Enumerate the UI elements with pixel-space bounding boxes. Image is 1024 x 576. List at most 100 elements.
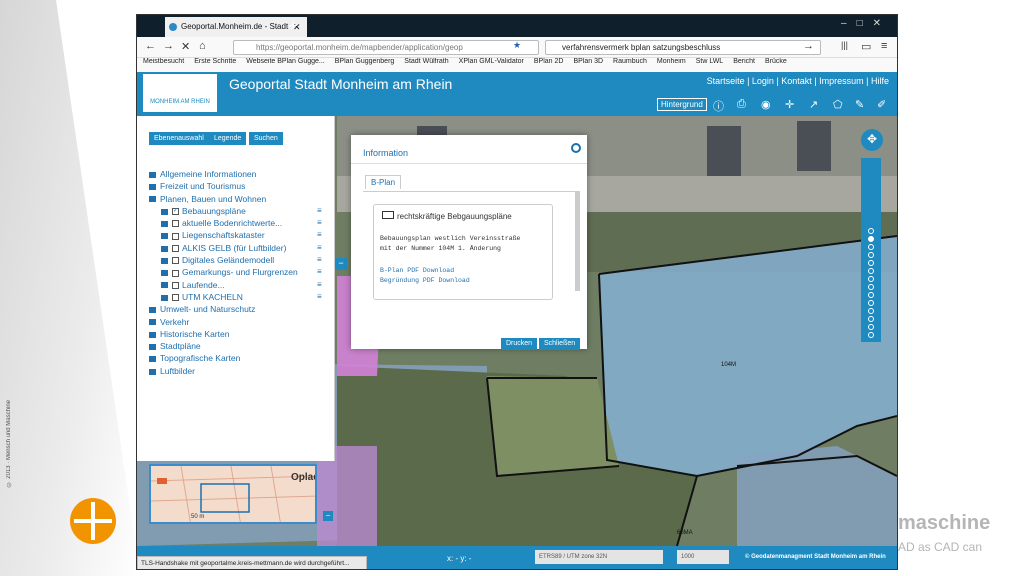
menu-icon[interactable]: ≡ <box>881 40 887 52</box>
layer-checkbox[interactable] <box>172 281 179 289</box>
overview-map[interactable]: Oplad 50 m <box>149 464 317 524</box>
bplan-pdf-link[interactable]: B-Plan PDF Download <box>380 267 454 274</box>
layer-tree-item[interactable]: ≡ aktuelle Bodenrichtwerte... <box>149 217 322 229</box>
go-icon[interactable]: → <box>803 40 814 52</box>
layer-menu-icon[interactable]: ≡ <box>317 217 322 229</box>
layer-tree-item[interactable]: ≡ ALKIS GELB (für Luftbilder) <box>149 242 322 254</box>
layer-tree-item[interactable]: ≡ Digitales Geländemodell <box>149 254 322 266</box>
justification-pdf-link[interactable]: Begründung PDF Download <box>380 277 470 284</box>
measure-line-icon[interactable]: ↗ <box>809 98 818 111</box>
layer-tree-item[interactable]: ≡ UTM KACHELN <box>149 291 322 303</box>
bookmark-item[interactable]: XPlan GML-Validator <box>459 58 524 65</box>
zoom-level-dot[interactable] <box>868 244 874 250</box>
srs-select[interactable]: ETRS89 / UTM zone 32N <box>535 550 663 564</box>
layer-checkbox[interactable] <box>172 257 179 265</box>
layer-checkbox[interactable] <box>172 294 179 302</box>
layer-tree-item[interactable]: ≡ Laufende... <box>149 279 322 291</box>
pan-control[interactable]: ✥ <box>861 129 883 151</box>
close-icon[interactable] <box>571 143 581 153</box>
window-controls[interactable]: –□✕ <box>841 18 891 29</box>
sidebar-icon[interactable]: ▭ <box>861 40 871 53</box>
layer-checkbox[interactable] <box>172 220 179 228</box>
layer-menu-icon[interactable]: ≡ <box>317 229 322 241</box>
measure-area-icon[interactable]: ⬠ <box>833 98 843 111</box>
bookmark-star-icon[interactable]: ★ <box>513 40 521 51</box>
layer-checkbox[interactable] <box>172 232 179 240</box>
layer-tree-item[interactable]: Allgemeine Informationen <box>149 168 298 180</box>
search-input[interactable]: verfahrensvermerk bplan satzungsbeschlus… <box>545 40 821 55</box>
top-navigation[interactable]: Startseite | Login | Kontakt | Impressum… <box>707 76 889 86</box>
new-tab-button[interactable]: + <box>289 17 297 33</box>
layer-tree-item[interactable]: ≡ Liegenschaftskataster <box>149 229 322 241</box>
address-bar[interactable]: https://geoportal.monheim.de/mapbender/a… <box>233 40 539 55</box>
bookmark-item[interactable]: Meistbesucht <box>143 58 184 65</box>
zoom-level-dot[interactable] <box>868 228 874 234</box>
search-button[interactable]: Suchen <box>249 132 283 145</box>
layer-selection-button[interactable]: Ebenenauswahl <box>149 132 209 145</box>
back-icon[interactable]: ← <box>145 40 156 52</box>
zoom-level-dot[interactable] <box>868 260 874 266</box>
layer-menu-icon[interactable]: ≡ <box>317 242 322 254</box>
zoom-level-dot[interactable] <box>868 268 874 274</box>
zoom-bar[interactable] <box>861 158 881 342</box>
tab-bplan[interactable]: B-Plan <box>365 175 402 189</box>
layer-checkbox[interactable]: ✓ <box>172 208 179 216</box>
zoom-level-dot[interactable] <box>868 324 874 330</box>
bookmark-item[interactable]: BPlan 3D <box>573 58 603 65</box>
layer-tree-item[interactable]: ≡ Gemarkungs- und Flurgrenzen <box>149 266 322 278</box>
edit-icon[interactable]: ✐ <box>877 98 886 111</box>
library-icon[interactable]: ||| <box>841 40 848 50</box>
layer-menu-icon[interactable]: ≡ <box>317 254 322 266</box>
zoom-level-dot[interactable] <box>868 276 874 282</box>
layer-menu-icon[interactable]: ≡ <box>317 279 322 291</box>
layer-menu-icon[interactable]: ≡ <box>317 205 322 217</box>
bookmark-item[interactable]: Monheim <box>657 58 686 65</box>
layer-tree-item[interactable]: Stadtpläne <box>149 340 298 352</box>
zoom-level-dot[interactable] <box>868 292 874 298</box>
camera-icon[interactable]: ◉ <box>761 98 771 111</box>
info-icon[interactable]: ⓘ <box>713 98 724 114</box>
layer-tree-item[interactable]: Luftbilder <box>149 365 298 377</box>
stop-icon[interactable]: ✕ <box>181 40 190 53</box>
forward-icon[interactable]: → <box>163 40 174 52</box>
bookmark-item[interactable]: Bericht <box>733 58 755 65</box>
layer-tree-item[interactable]: Topografische Karten <box>149 352 298 364</box>
zoom-level-dot[interactable] <box>868 308 874 314</box>
layer-tree-item[interactable]: Freizeit und Tourismus <box>149 180 298 192</box>
overview-toggle-button[interactable]: − <box>323 511 333 521</box>
zoom-level-dot[interactable] <box>868 332 874 338</box>
print-icon[interactable]: ⎙ <box>737 98 746 111</box>
layer-tree-item[interactable]: Umwelt- und Naturschutz <box>149 303 298 315</box>
layer-checkbox[interactable] <box>172 245 179 253</box>
print-button[interactable]: Drucken <box>501 338 538 350</box>
zoom-level-dot[interactable] <box>868 252 874 258</box>
bookmark-item[interactable]: Brücke <box>765 58 787 65</box>
bookmark-item[interactable]: BPlan Guggenberg <box>335 58 395 65</box>
bookmark-item[interactable]: Stadt Wülfrath <box>404 58 448 65</box>
layer-menu-icon[interactable]: ≡ <box>317 291 322 303</box>
bookmark-item[interactable]: BPlan 2D <box>534 58 564 65</box>
bookmark-item[interactable]: Webseite BPlan Gugge... <box>246 58 324 65</box>
city-logo[interactable]: MONHEIM AM RHEIN <box>143 74 217 112</box>
layer-tree-item[interactable]: Planen, Bauen und Wohnen <box>149 193 298 205</box>
legend-button[interactable]: Legende <box>209 132 247 145</box>
crosshair-icon[interactable]: ✛ <box>785 98 794 111</box>
layer-tree-item[interactable]: ✓ ≡ Bebauungspläne <box>149 205 322 217</box>
collapse-panel-button[interactable]: − <box>335 258 347 270</box>
scale-select[interactable]: 1000 <box>677 550 729 564</box>
dialog-scrollbar[interactable] <box>575 191 580 291</box>
ruler-icon[interactable]: ✎ <box>855 98 864 111</box>
zoom-level-dot[interactable] <box>868 284 874 290</box>
home-icon[interactable]: ⌂ <box>199 40 206 52</box>
zoom-level-dot[interactable] <box>868 316 874 322</box>
zoom-level-dot[interactable] <box>868 236 874 242</box>
zoom-level-dot[interactable] <box>868 300 874 306</box>
bookmark-item[interactable]: Erste Schritte <box>194 58 236 65</box>
layer-menu-icon[interactable]: ≡ <box>317 266 322 278</box>
bookmark-item[interactable]: Raumbuch <box>613 58 647 65</box>
close-button[interactable]: Schließen <box>539 338 581 350</box>
layer-checkbox[interactable] <box>172 269 179 277</box>
layer-tree-item[interactable]: Verkehr <box>149 316 298 328</box>
browser-tab[interactable]: Geoportal.Monheim.de - Stadt ✕ <box>165 17 307 37</box>
background-button[interactable]: Hintergrund <box>657 98 707 111</box>
